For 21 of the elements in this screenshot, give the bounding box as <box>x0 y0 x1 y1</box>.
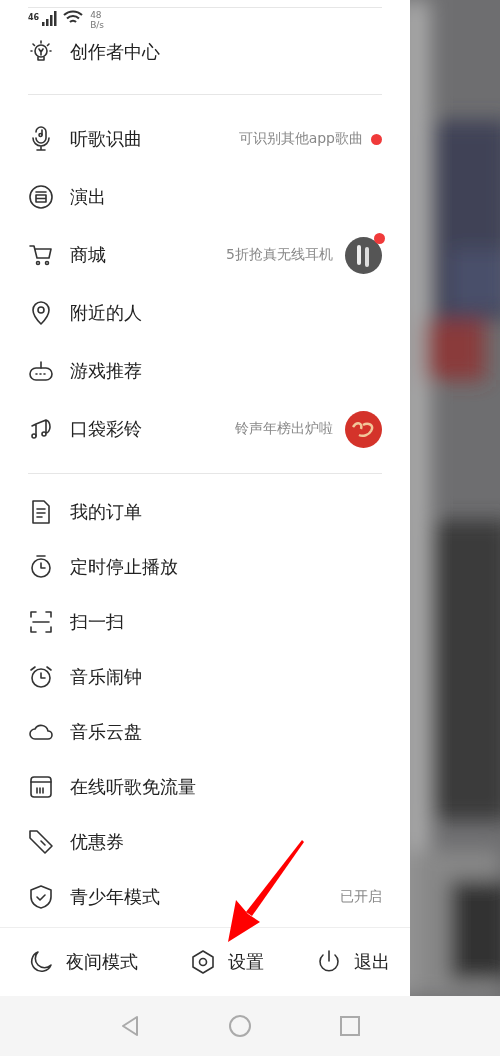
speed-unit: B/s <box>90 20 105 30</box>
menu-item[interactable]: 附近的人 <box>28 284 382 342</box>
menu-item[interactable]: 优惠券 <box>28 814 382 869</box>
menu-item[interactable]: 创作者中心 <box>28 36 382 68</box>
bottom-button[interactable]: 退出 <box>316 945 390 979</box>
menu-item[interactable]: 口袋彩铃 铃声年榜出炉啦 <box>28 400 382 458</box>
menu-item[interactable]: 游戏推荐 <box>28 342 382 400</box>
menu-item[interactable]: 商城 5折抢真无线耳机 <box>28 226 382 284</box>
network-type: 46 <box>28 14 40 22</box>
menu-item[interactable]: 定时停止播放 <box>28 539 382 594</box>
network-speed: 48 <box>90 10 103 20</box>
bottom-button[interactable]: 夜间模式 <box>28 945 138 979</box>
menu-item[interactable]: 音乐闹钟 <box>28 649 382 704</box>
menu-item[interactable]: 扫一扫 <box>28 594 382 649</box>
menu-item[interactable]: 听歌识曲 可识别其他app歌曲 <box>28 110 382 168</box>
menu-item[interactable]: 青少年模式 已开启 <box>28 869 382 924</box>
bottom-button[interactable]: 设置 <box>190 945 264 979</box>
menu-item[interactable]: 我的订单 <box>28 484 382 539</box>
menu-item[interactable]: 演出 <box>28 168 382 226</box>
menu-item[interactable]: 音乐云盘 <box>28 704 382 759</box>
menu-item[interactable]: 在线听歌免流量 <box>28 759 382 814</box>
